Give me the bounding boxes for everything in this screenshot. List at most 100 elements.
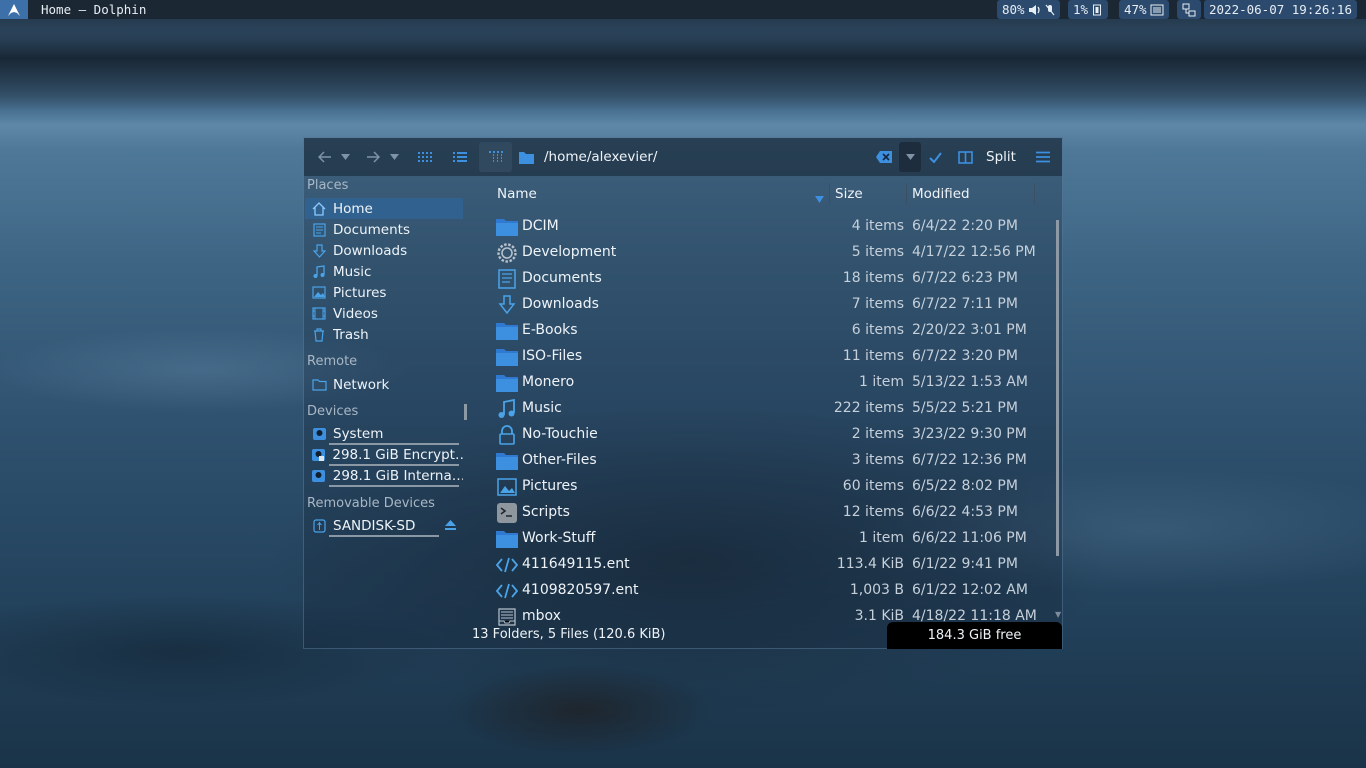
compact-view-button[interactable] bbox=[445, 142, 475, 172]
sidebar-item-encrypted-drive[interactable]: 298.1 GiB Encrypt… bbox=[305, 444, 463, 466]
file-row[interactable]: DCIM 4 items 6/4/22 2:20 PM bbox=[493, 214, 1038, 240]
download-icon bbox=[311, 243, 327, 259]
file-row[interactable]: E-Books 6 items 2/20/22 3:01 PM bbox=[493, 318, 1038, 344]
file-size: 5 items bbox=[851, 244, 904, 260]
file-row[interactable]: Work-Stuff 1 item 6/6/22 11:06 PM bbox=[493, 526, 1038, 552]
sidebar-item-videos[interactable]: Videos bbox=[305, 303, 463, 324]
triangle-down-icon bbox=[905, 154, 915, 160]
wallpaper-treeline bbox=[0, 30, 1366, 110]
network-indicator[interactable] bbox=[1177, 0, 1201, 19]
volume-indicator[interactable]: 80% bbox=[997, 0, 1060, 19]
folder-icon bbox=[496, 529, 518, 549]
sidebar-item-label: System bbox=[333, 425, 384, 442]
column-separator[interactable] bbox=[829, 183, 830, 205]
sidebar-scrollbar[interactable] bbox=[464, 404, 467, 420]
sidebar-item-music[interactable]: Music bbox=[305, 261, 463, 282]
sidebar-item-network[interactable]: Network bbox=[305, 374, 463, 395]
music-icon bbox=[311, 264, 327, 280]
eject-button[interactable] bbox=[444, 519, 458, 532]
sidebar-item-pictures[interactable]: Pictures bbox=[305, 282, 463, 303]
sidebar-item-documents[interactable]: Documents bbox=[305, 219, 463, 240]
back-button[interactable] bbox=[314, 142, 336, 172]
file-row[interactable]: Other-Files 3 items 6/7/22 12:36 PM bbox=[493, 448, 1038, 474]
capacity-bar bbox=[329, 535, 439, 537]
sidebar-item-system[interactable]: System bbox=[305, 423, 463, 445]
file-modified: 6/7/22 3:20 PM bbox=[912, 348, 1018, 364]
column-separator[interactable] bbox=[1034, 183, 1035, 205]
clear-location-button[interactable] bbox=[873, 142, 895, 172]
dolphin-window: /home/alexevier/ Split Places Home Docum… bbox=[303, 137, 1063, 649]
file-size: 1,003 B bbox=[849, 582, 904, 598]
sidebar-item-internal-drive[interactable]: 298.1 GiB Interna… bbox=[305, 465, 463, 487]
file-view-scrollbar[interactable] bbox=[1056, 220, 1059, 556]
back-history-dropdown[interactable] bbox=[338, 142, 352, 172]
file-row[interactable]: No-Touchie 2 items 3/23/22 9:30 PM bbox=[493, 422, 1038, 448]
file-size: 113.4 KiB bbox=[836, 556, 904, 572]
location-history-dropdown[interactable] bbox=[899, 142, 921, 172]
file-row[interactable]: Monero 1 item 5/13/22 1:53 AM bbox=[493, 370, 1038, 396]
devices-header: Devices bbox=[307, 404, 359, 419]
music-folder-icon bbox=[496, 399, 518, 419]
network-wired-icon bbox=[1182, 3, 1196, 16]
arrow-left-icon bbox=[318, 151, 331, 163]
file-size: 18 items bbox=[842, 270, 904, 286]
file-name: Scripts bbox=[522, 504, 570, 520]
file-row[interactable]: Scripts 12 items 6/6/22 4:53 PM bbox=[493, 500, 1038, 526]
file-name: Monero bbox=[522, 374, 575, 390]
folder-icon bbox=[496, 321, 518, 341]
memory-indicator[interactable]: 47% bbox=[1119, 0, 1169, 19]
file-row[interactable]: 4109820597.ent 1,003 B 6/1/22 12:02 AM bbox=[493, 578, 1038, 604]
scroll-down-icon[interactable]: ▼ bbox=[1055, 610, 1061, 619]
file-row[interactable]: ISO-Files 11 items 6/7/22 3:20 PM bbox=[493, 344, 1038, 370]
file-name: 4109820597.ent bbox=[522, 582, 639, 598]
file-row[interactable]: Pictures 60 items 6/5/22 8:02 PM bbox=[493, 474, 1038, 500]
icons-view-button[interactable] bbox=[410, 142, 440, 172]
file-row[interactable]: 411649115.ent 113.4 KiB 6/1/22 9:41 PM bbox=[493, 552, 1038, 578]
top-panel: Home — Dolphin 80% 1% 47% 2022-06-07 19:… bbox=[0, 0, 1366, 19]
cpu-indicator[interactable]: 1% bbox=[1068, 0, 1109, 19]
confirm-location-button[interactable] bbox=[924, 142, 946, 172]
mbox-file-icon bbox=[496, 607, 518, 627]
list-icon bbox=[453, 152, 467, 162]
forward-button[interactable] bbox=[362, 142, 384, 172]
app-launcher-button[interactable] bbox=[0, 0, 28, 19]
sidebar-item-downloads[interactable]: Downloads bbox=[305, 240, 463, 261]
file-row[interactable]: Music 222 items 5/5/22 5:21 PM bbox=[493, 396, 1038, 422]
documents-folder-icon bbox=[496, 269, 518, 289]
sort-descending-icon[interactable] bbox=[815, 191, 824, 207]
column-name[interactable]: Name bbox=[497, 180, 537, 208]
file-row[interactable]: Downloads 7 items 6/7/22 7:11 PM bbox=[493, 292, 1038, 318]
file-modified: 3/23/22 9:30 PM bbox=[912, 426, 1027, 442]
drive-icon bbox=[311, 468, 327, 484]
column-separator[interactable] bbox=[906, 183, 907, 205]
clock[interactable]: 2022-06-07 19:26:16 bbox=[1204, 0, 1357, 19]
details-view-button[interactable] bbox=[479, 142, 512, 172]
location-path[interactable]: /home/alexevier/ bbox=[544, 149, 657, 165]
file-name: Pictures bbox=[522, 478, 578, 494]
file-size: 11 items bbox=[842, 348, 904, 364]
split-view-button[interactable] bbox=[954, 142, 976, 172]
sidebar-item-home[interactable]: Home bbox=[305, 198, 463, 219]
forward-history-dropdown[interactable] bbox=[387, 142, 401, 172]
sidebar-item-trash[interactable]: Trash bbox=[305, 324, 463, 345]
split-icon bbox=[957, 150, 973, 164]
active-window-title: Home — Dolphin bbox=[41, 2, 147, 17]
hamburger-menu-button[interactable] bbox=[1032, 142, 1054, 172]
file-modified: 4/17/22 12:56 PM bbox=[912, 244, 1036, 260]
file-row[interactable]: Documents 18 items 6/7/22 6:23 PM bbox=[493, 266, 1038, 292]
file-size: 1 item bbox=[859, 374, 904, 390]
column-size[interactable]: Size bbox=[835, 180, 863, 208]
status-summary: 13 Folders, 5 Files (120.6 KiB) bbox=[472, 627, 666, 642]
file-name: DCIM bbox=[522, 218, 559, 234]
file-row[interactable]: Development 5 items 4/17/22 12:56 PM bbox=[493, 240, 1038, 266]
file-modified: 6/5/22 8:02 PM bbox=[912, 478, 1018, 494]
location-folder-icon-wrap bbox=[516, 142, 536, 172]
column-modified[interactable]: Modified bbox=[912, 180, 970, 208]
document-icon bbox=[311, 222, 327, 238]
sidebar-item-sandisk-sd[interactable]: SANDISK-SD bbox=[305, 515, 463, 537]
split-button-label[interactable]: Split bbox=[986, 149, 1016, 165]
file-modified: 5/13/22 1:53 AM bbox=[912, 374, 1028, 390]
free-space-indicator[interactable]: 184.3 GiB free bbox=[887, 622, 1062, 649]
sidebar-item-label: Documents bbox=[333, 221, 410, 238]
file-name: No-Touchie bbox=[522, 426, 598, 442]
